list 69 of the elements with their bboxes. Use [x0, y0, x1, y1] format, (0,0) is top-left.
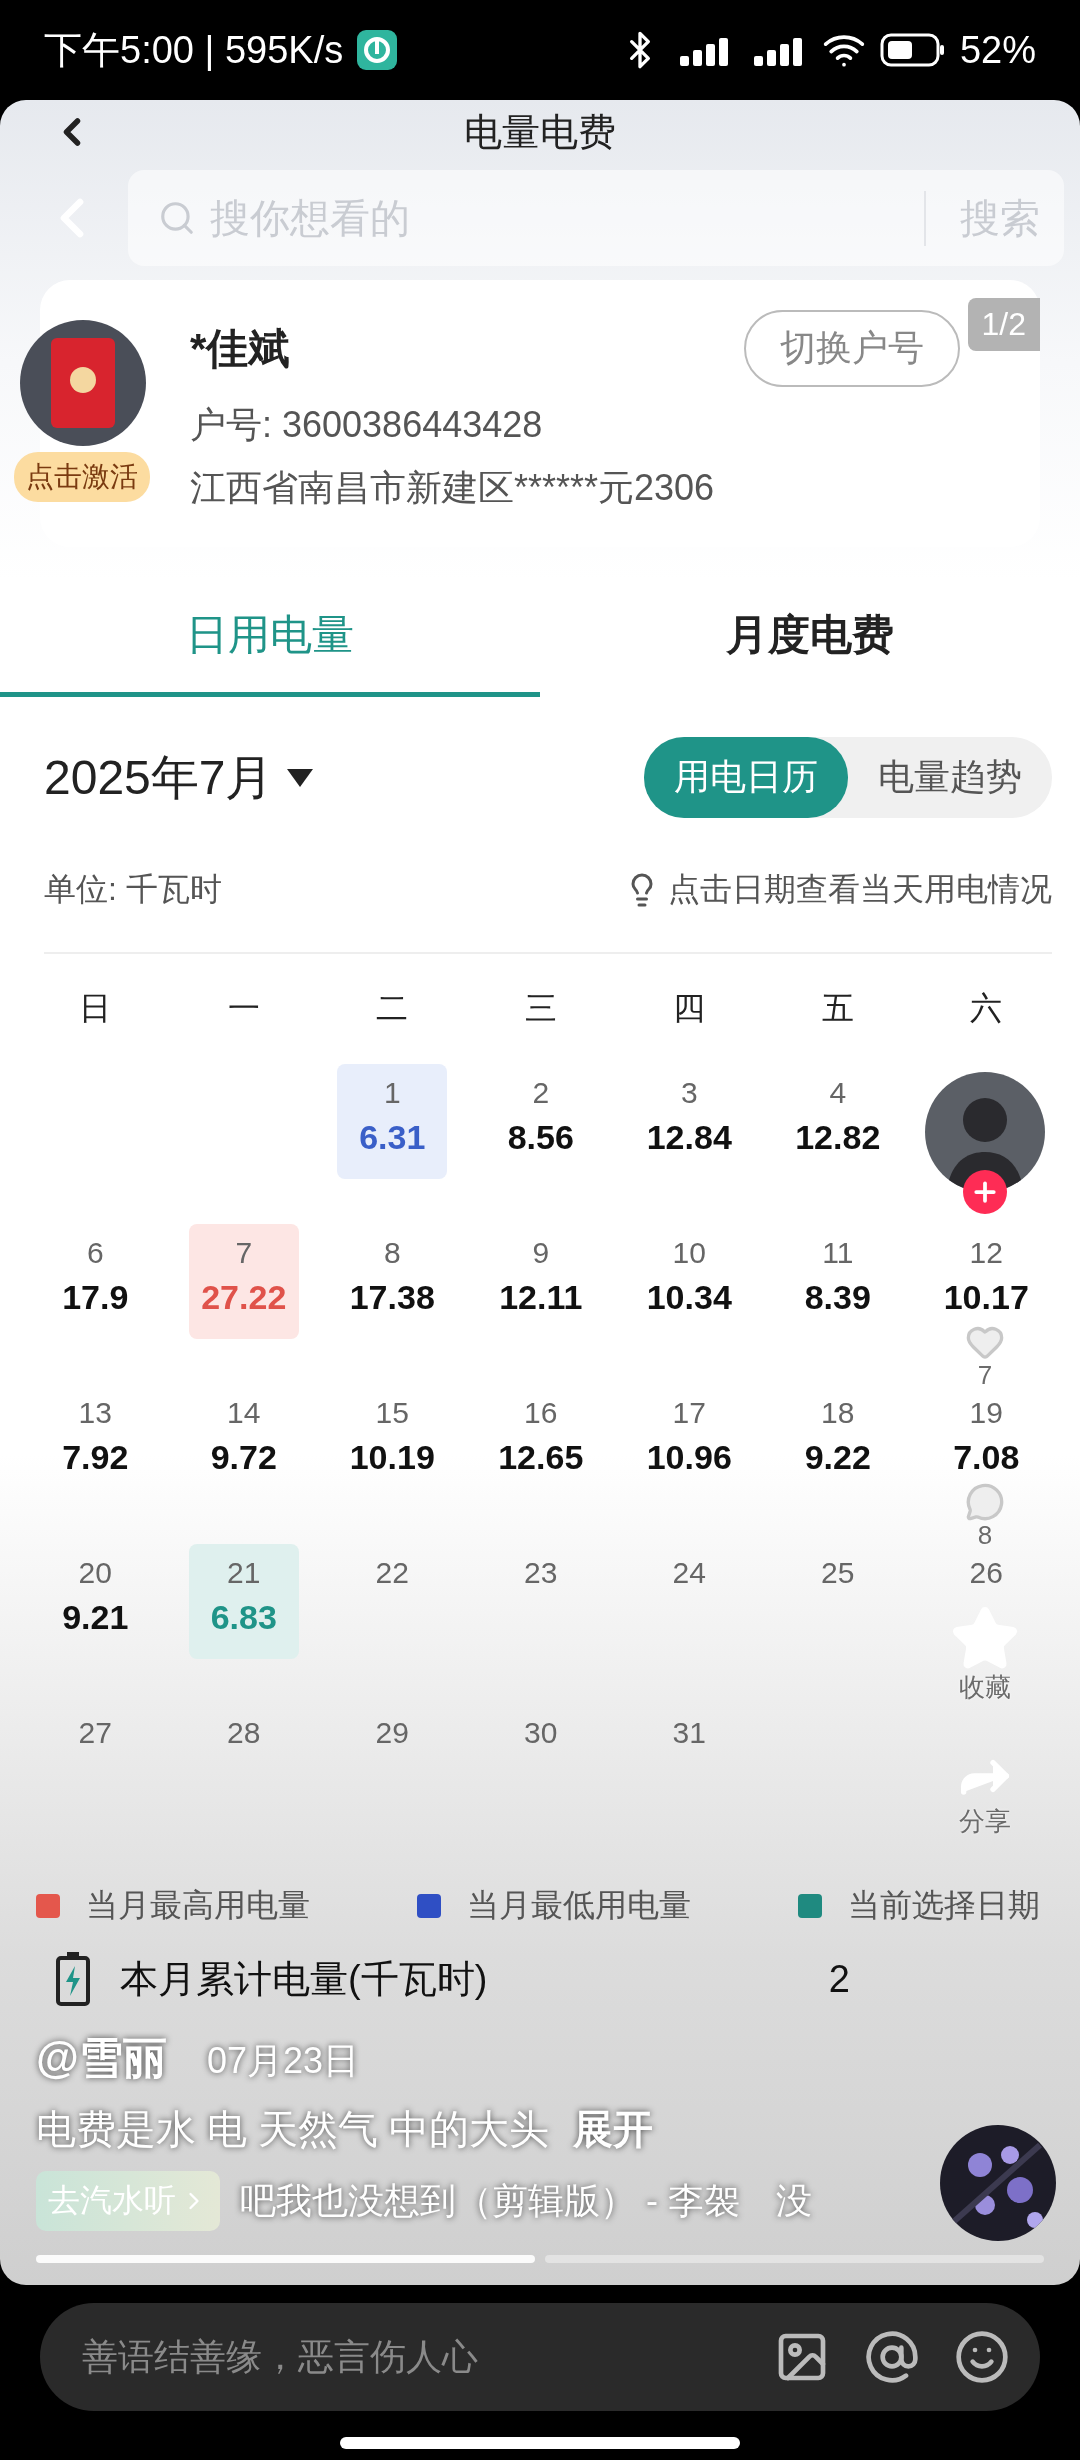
- calendar-day[interactable]: 13 7.92: [40, 1384, 151, 1499]
- tab[interactable]: 日用电量: [0, 577, 540, 697]
- mention-icon[interactable]: [864, 2329, 920, 2385]
- calendar-day[interactable]: 15 10.19: [337, 1384, 448, 1499]
- weekday-label: 六: [969, 989, 1004, 1028]
- summary-value: 2: [828, 1957, 850, 2001]
- calendar-day[interactable]: 16 12.65: [485, 1384, 596, 1499]
- follow-icon[interactable]: [963, 1170, 1007, 1214]
- emoji-icon[interactable]: [954, 2329, 1010, 2385]
- calendar-day[interactable]: 21 6.83: [188, 1544, 299, 1659]
- weekday-label: 五: [820, 989, 855, 1028]
- calendar-day[interactable]: 23: [485, 1544, 596, 1659]
- calendar-day[interactable]: 24: [634, 1544, 745, 1659]
- view-toggle[interactable]: 电量趋势: [848, 737, 1052, 818]
- favorite-label: 收藏: [959, 1674, 1011, 1700]
- summary-label: 本月累计电量(千瓦时): [120, 1956, 489, 2002]
- calendar-day[interactable]: 10 10.34: [634, 1224, 745, 1339]
- search-icon: [158, 199, 196, 237]
- share-label: 分享: [959, 1808, 1011, 1834]
- view-toggle[interactable]: 用电日历: [644, 737, 848, 818]
- weekday-label: 三: [523, 989, 558, 1028]
- calendar-day[interactable]: 6 17.9: [40, 1224, 151, 1339]
- battery-bolt-icon: [56, 1952, 90, 2006]
- account-name: *佳斌: [190, 323, 291, 374]
- calendar-day[interactable]: 27: [40, 1704, 151, 1819]
- app-icon: [357, 30, 398, 70]
- account-address: 江西省南昌市新建区******元2306: [190, 466, 716, 510]
- calendar-day[interactable]: 1 6.31: [337, 1064, 448, 1179]
- weekday-label: 日: [78, 989, 113, 1028]
- calendar-day[interactable]: 17 10.96: [634, 1384, 745, 1499]
- hint-text: 点击日期查看当天用电情况: [668, 870, 1052, 909]
- page-title: 电量电费: [464, 110, 616, 153]
- calendar-day[interactable]: 2 8.56: [485, 1064, 596, 1179]
- calendar-day[interactable]: 4 12.82: [782, 1064, 893, 1179]
- calendar-day[interactable]: 22: [337, 1544, 448, 1659]
- post-date: 07月23日: [206, 2039, 359, 2083]
- calendar-day[interactable]: 28: [188, 1704, 299, 1819]
- status-time: 下午5:00 | 595K/s: [44, 27, 344, 73]
- comment-field[interactable]: 善语结善缘，恶言伤人心: [40, 2303, 1040, 2411]
- weekday-label: 一: [226, 989, 261, 1028]
- video-caption: 电费是水 电 天然气 中的大头: [36, 2106, 550, 2153]
- calendar-day[interactable]: 30: [485, 1704, 596, 1819]
- calendar-day[interactable]: 12 10.17: [931, 1224, 1042, 1339]
- calendar-day[interactable]: 7 27.22: [188, 1224, 299, 1339]
- calendar-day[interactable]: 29: [337, 1704, 448, 1819]
- battery-percent: 52%: [959, 28, 1036, 72]
- weekday-label: 四: [672, 989, 707, 1028]
- account-number: 户号: 3600386443428: [190, 403, 544, 447]
- activate-badge[interactable]: 点击激活: [14, 452, 150, 502]
- tab[interactable]: 月度电费: [540, 577, 1080, 697]
- battery-icon: [879, 33, 946, 67]
- calendar-day[interactable]: 20 9.21: [40, 1544, 151, 1659]
- month-picker[interactable]: 2025年7月: [44, 745, 314, 810]
- calendar-day[interactable]: 9 12.11: [485, 1224, 596, 1339]
- legend-label: 当月最高用电量: [86, 1886, 310, 1925]
- unit-label: 单位: 千瓦时: [44, 870, 222, 909]
- legend-label: 当前选择日期: [848, 1886, 1040, 1925]
- calendar-day[interactable]: 18 9.22: [782, 1384, 893, 1499]
- legend-label: 当月最低用电量: [467, 1886, 691, 1925]
- switch-account-button[interactable]: 切换户号: [744, 310, 960, 387]
- calendar-day[interactable]: 14 9.72: [188, 1384, 299, 1499]
- calendar-day[interactable]: 25: [782, 1544, 893, 1659]
- caret-icon[interactable]: [287, 768, 314, 787]
- weekday-label: 二: [375, 989, 410, 1028]
- calendar-day[interactable]: 3 12.84: [634, 1064, 745, 1179]
- calendar-day[interactable]: 31: [634, 1704, 745, 1819]
- calendar-day[interactable]: 11 8.39: [782, 1224, 893, 1339]
- calendar-day[interactable]: 8 17.38: [337, 1224, 448, 1339]
- page-badge: 1/2: [967, 298, 1040, 351]
